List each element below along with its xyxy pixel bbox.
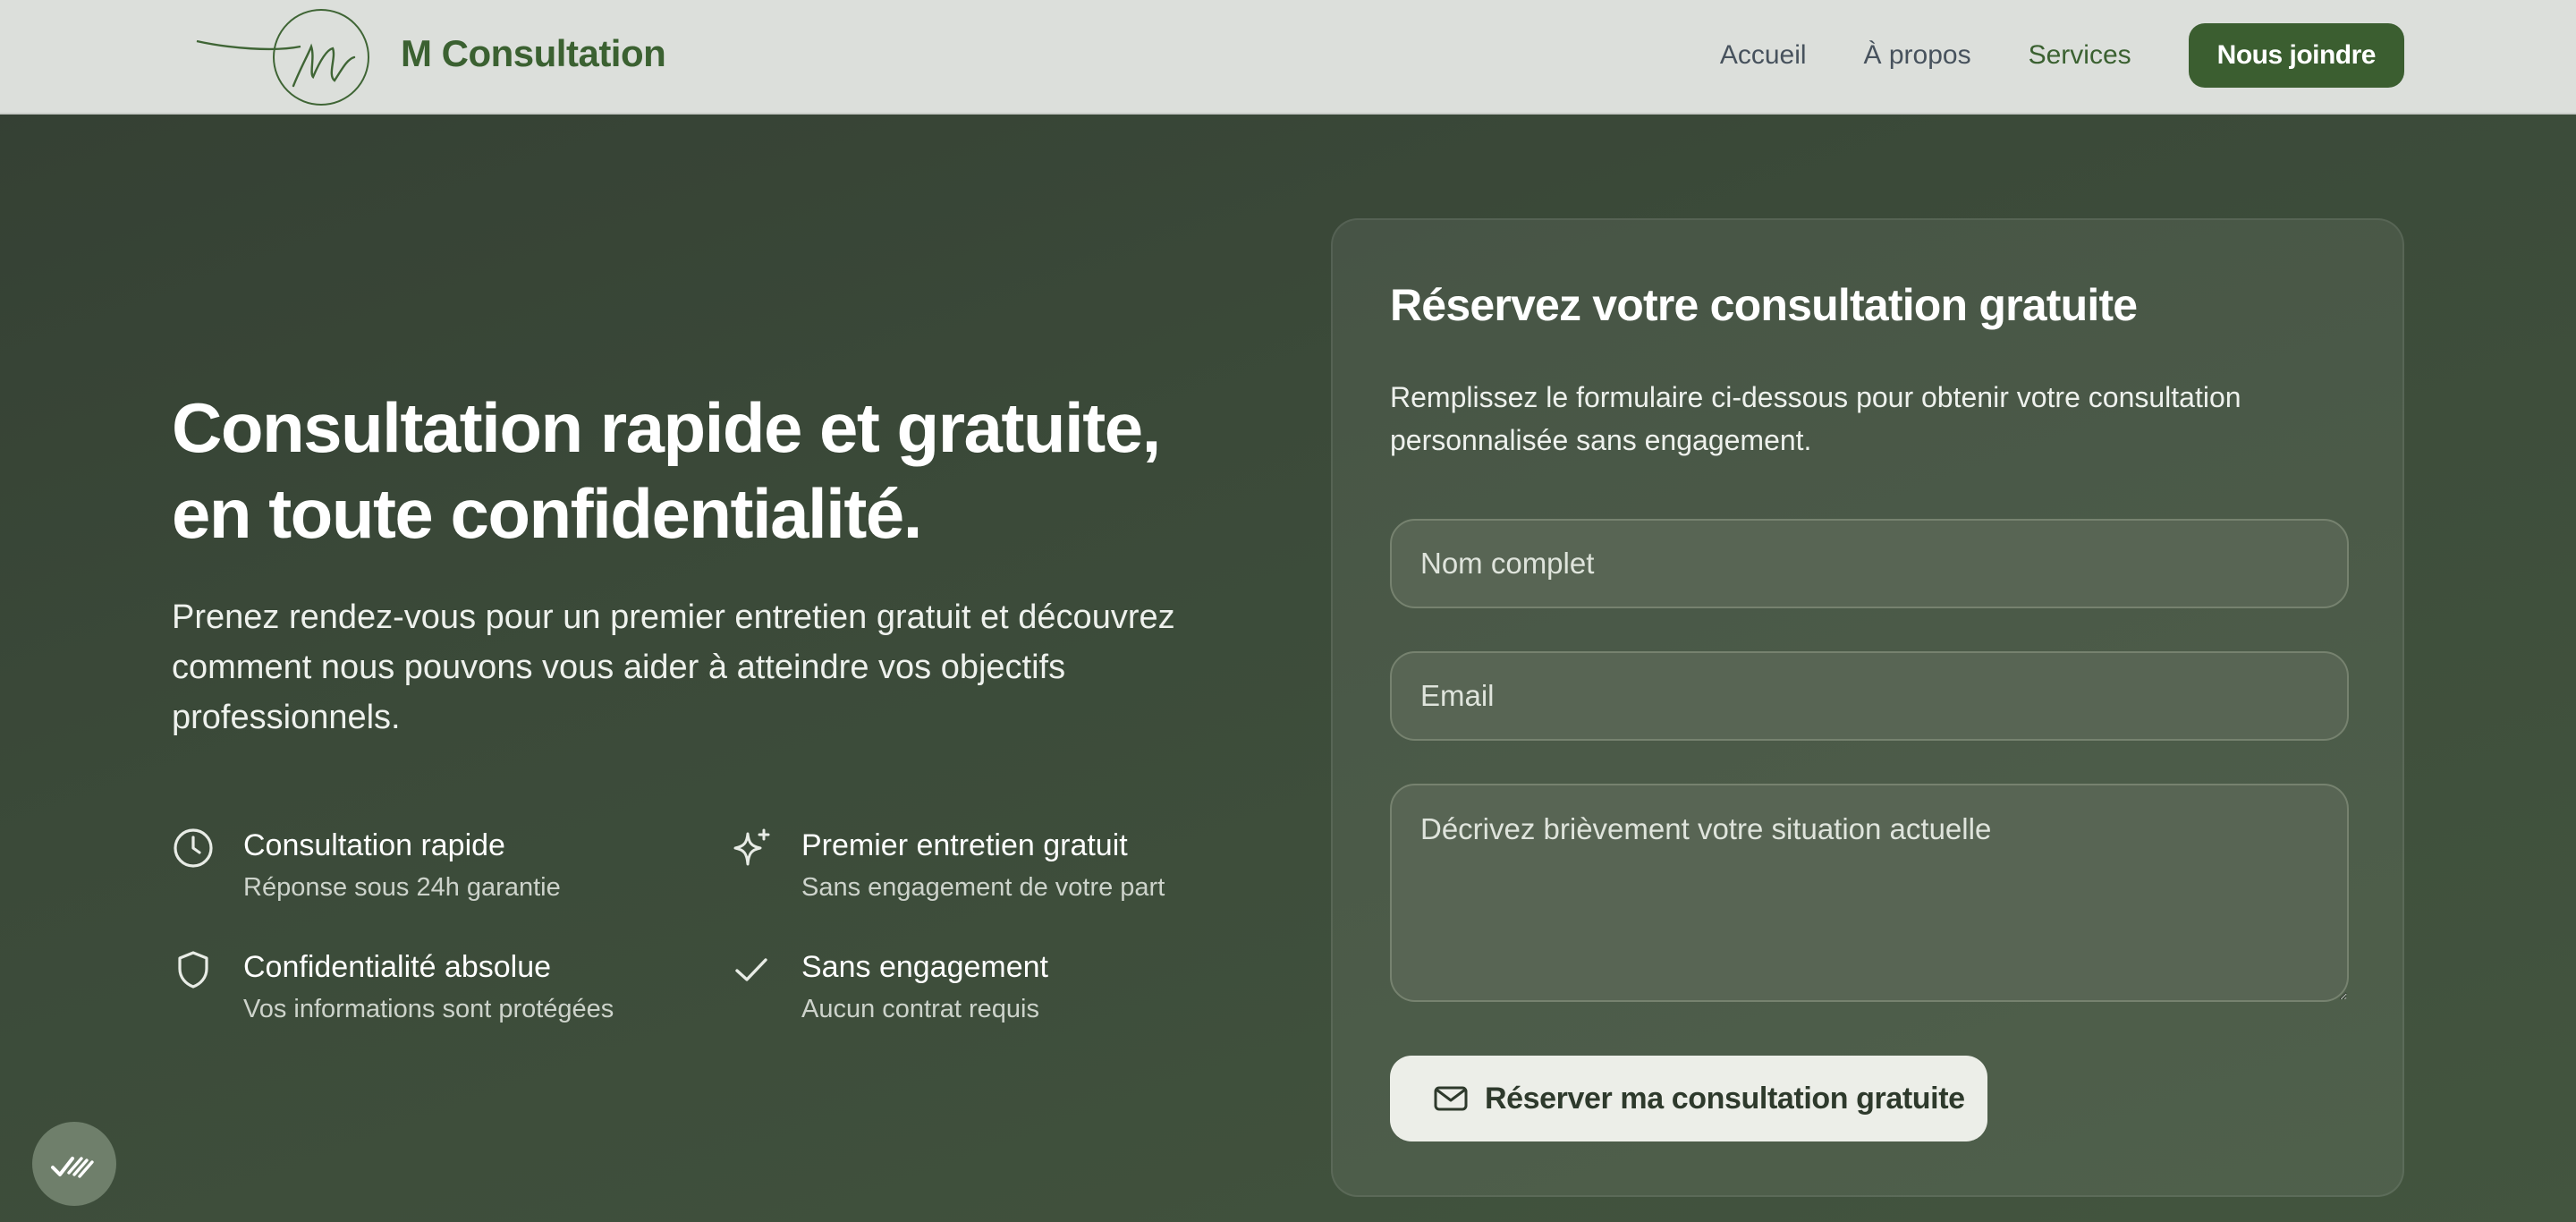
feature-desc: Sans engagement de votre part	[801, 873, 1165, 902]
submit-button-label: Réserver ma consultation gratuite	[1485, 1081, 1965, 1116]
name-input[interactable]	[1390, 519, 2349, 608]
hero-subtitle: Prenez rendez-vous pour un premier entre…	[172, 598, 1175, 736]
form-title: Réservez votre consultation gratuite	[1390, 280, 2138, 330]
nav-link-services[interactable]: Services	[2029, 40, 2131, 71]
site-header: M Consultation Accueil À propos Services…	[0, 0, 2576, 115]
floating-action-badge[interactable]	[32, 1122, 116, 1206]
join-button[interactable]: Nous joindre	[2188, 23, 2404, 88]
brand-name[interactable]: M Consultation	[401, 32, 666, 75]
feature-title: Premier entretien gratuit	[801, 828, 1128, 862]
signature-icon	[51, 1157, 94, 1178]
nav-link-a-propos[interactable]: À propos	[1864, 40, 1971, 71]
booking-form-card: Réservez votre consultation gratuite Rem…	[1331, 218, 2404, 1197]
submit-button[interactable]: Réserver ma consultation gratuite	[1390, 1056, 1987, 1141]
hero-title-line-1: Consultation rapide et gratuite,	[172, 388, 1161, 467]
feature-desc: Vos informations sont protégées	[243, 995, 614, 1023]
feature-title: Confidentialité absolue	[243, 950, 552, 984]
nav-link-accueil[interactable]: Accueil	[1720, 40, 1807, 71]
feature-desc: Aucun contrat requis	[801, 995, 1039, 1023]
feature-title: Sans engagement	[801, 950, 1048, 984]
feature-title: Consultation rapide	[243, 828, 505, 862]
feature-desc: Réponse sous 24h garantie	[243, 873, 561, 902]
sparkle-icon	[733, 828, 770, 866]
shield-icon	[178, 951, 208, 989]
situation-textarea[interactable]	[1390, 784, 2349, 1002]
hero-title: Consultation rapide et gratuite, en tout…	[172, 385, 1245, 556]
main-nav: Accueil À propos Services Nous joindre	[1720, 23, 2404, 88]
clock-icon	[174, 828, 213, 868]
logo-icon[interactable]	[193, 5, 372, 109]
form-description: Remplissez le formulaire ci-dessous pour…	[1390, 381, 2241, 456]
hero-title-line-2: en toute confidentialité.	[172, 474, 922, 553]
email-input[interactable]	[1390, 651, 2349, 741]
check-icon	[735, 958, 767, 981]
mail-icon	[1434, 1086, 1468, 1111]
